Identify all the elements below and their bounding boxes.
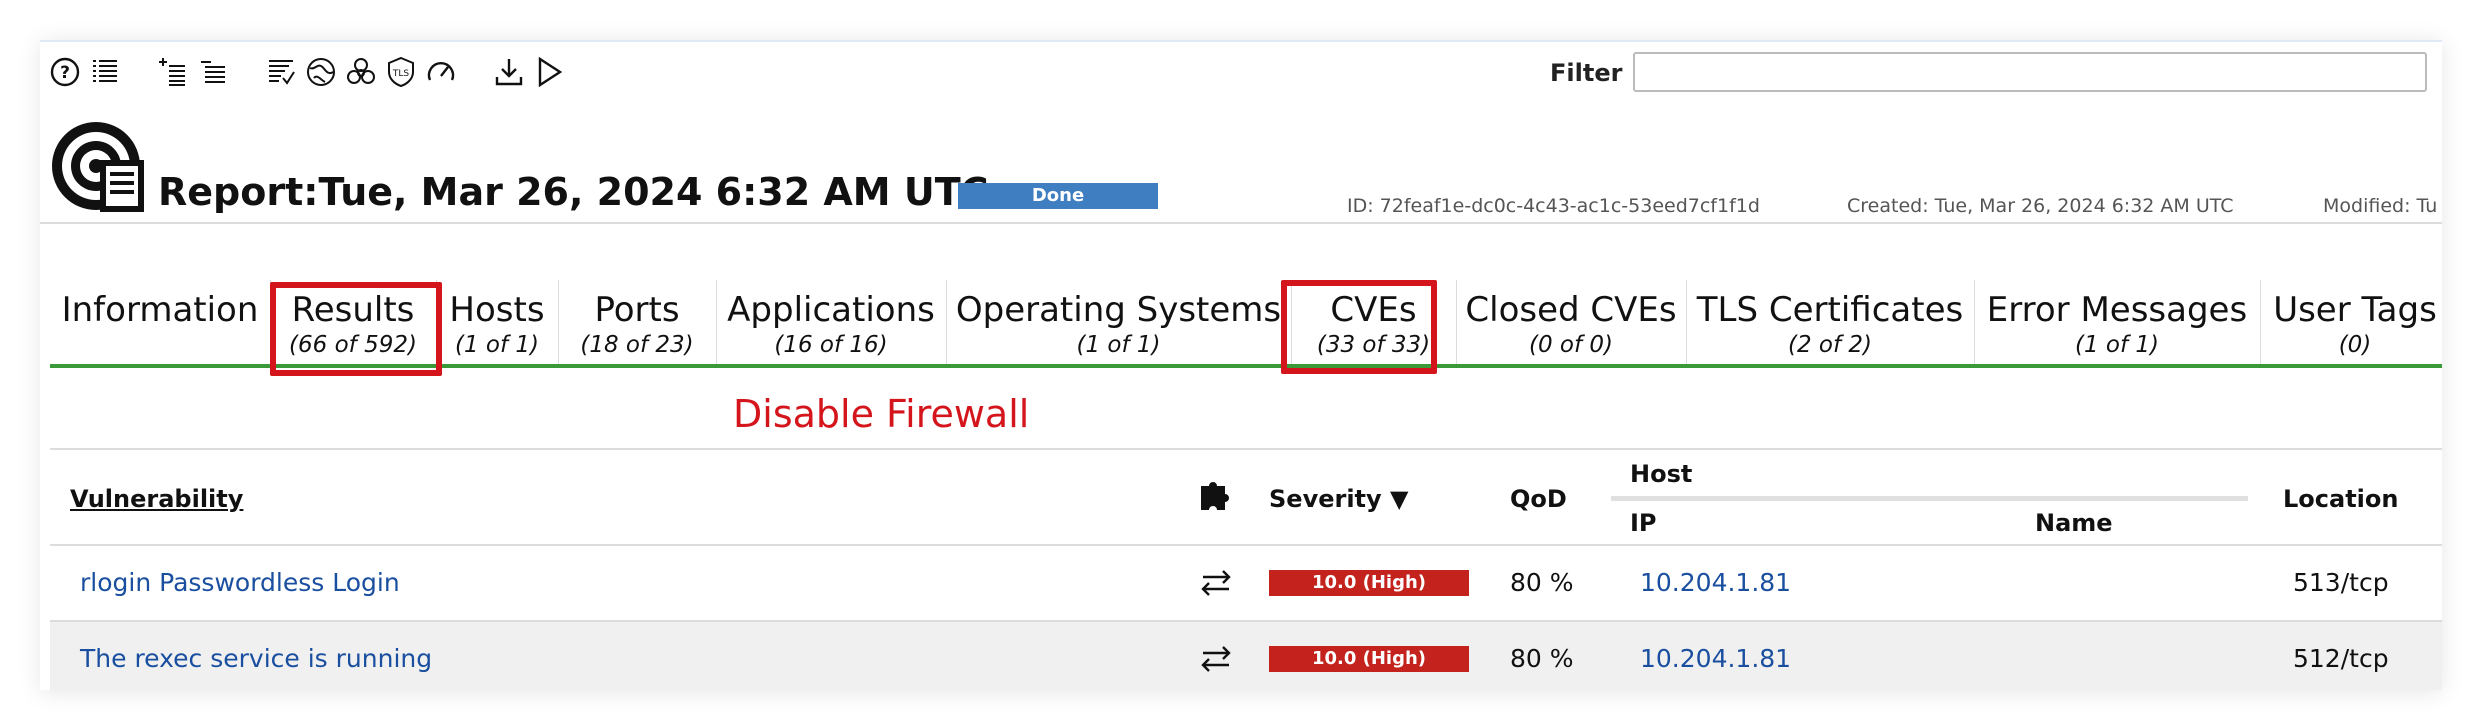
report-id: ID: 72feaf1e-dc0c-4c43-ac1c-53eed7cf1f1d (1347, 195, 1760, 217)
tab-label: Information (61, 290, 259, 330)
tab-closed-cves[interactable]: Closed CVEs (0 of 0) (1456, 280, 1687, 364)
svg-text:TLS: TLS (392, 69, 410, 79)
severity-badge: 10.0 (High) (1269, 646, 1469, 672)
tab-label: CVEs (1330, 290, 1417, 330)
tab-label: Results (291, 290, 415, 330)
annotation-text: Disable Firewall (733, 392, 1030, 436)
play-icon[interactable] (532, 54, 566, 90)
tab-label: Applications (727, 290, 935, 330)
host-column-header: Host (1630, 460, 1693, 488)
speedometer-icon[interactable] (424, 54, 458, 90)
header-divider (40, 222, 2442, 224)
report-page: ? TLS Filter Report:Tue, Mar 26, 2024 6:… (40, 40, 2442, 690)
tab-operating-systems[interactable]: Operating Systems (1 of 1) (946, 280, 1292, 364)
add-list-icon[interactable] (156, 54, 190, 90)
delta-swap-icon (1201, 570, 1231, 596)
host-ip-link[interactable]: 10.204.1.81 (1640, 568, 1791, 597)
report-logo-icon (52, 122, 144, 212)
tls-shield-icon[interactable]: TLS (384, 54, 418, 90)
tab-count: (0) (2338, 332, 2372, 358)
tab-count: (0 of 0) (1528, 332, 1613, 358)
status-badge: Done (958, 183, 1158, 209)
tab-count: (1 of 1) (454, 332, 539, 358)
tab-applications[interactable]: Applications (16 of 16) (716, 280, 947, 364)
tab-label: Ports (594, 290, 680, 330)
qod-value: 80 % (1510, 568, 1574, 597)
list-icon[interactable] (88, 54, 122, 90)
tab-user-tags[interactable]: User Tags (0) (2260, 280, 2442, 364)
table-row: The rexec service is running 10.0 (High)… (50, 620, 2442, 690)
vulnerability-column-header[interactable]: Vulnerability (70, 485, 243, 513)
report-created: Created: Tue, Mar 26, 2024 6:32 AM UTC (1847, 195, 2234, 217)
tab-tls-certificates[interactable]: TLS Certificates (2 of 2) (1686, 280, 1975, 364)
qod-column-header[interactable]: QoD (1510, 485, 1567, 513)
location-column-header[interactable]: Location (2283, 485, 2398, 513)
tab-bar: Information Results (66 of 592) Hosts (1… (50, 280, 2442, 368)
download-icon[interactable] (492, 54, 526, 90)
tab-count: (1 of 1) (1076, 332, 1161, 358)
puzzle-icon (1201, 482, 1229, 510)
table-top-border (50, 448, 2442, 450)
svg-text:?: ? (60, 63, 70, 83)
tab-label: Operating Systems (955, 290, 1282, 330)
tab-count: (18 of 23) (580, 332, 694, 358)
list-icon-2[interactable] (196, 54, 230, 90)
host-header-divider (1611, 496, 2248, 501)
tab-hosts[interactable]: Hosts (1 of 1) (436, 280, 559, 364)
tab-ports[interactable]: Ports (18 of 23) (558, 280, 717, 364)
tab-count: (1 of 1) (2074, 332, 2159, 358)
location-value: 512/tcp (2293, 644, 2389, 673)
tab-count: (66 of 592) (289, 332, 417, 358)
filter-input[interactable] (1633, 52, 2427, 92)
details-list-icon[interactable] (264, 54, 298, 90)
vulnerability-link[interactable]: The rexec service is running (80, 644, 432, 673)
tab-label: TLS Certificates (1696, 290, 1964, 330)
vulnerability-link[interactable]: rlogin Passwordless Login (80, 568, 400, 597)
tab-count: (16 of 16) (774, 332, 888, 358)
filter-label: Filter (1550, 59, 1623, 87)
qod-value: 80 % (1510, 644, 1574, 673)
ip-column-header[interactable]: IP (1630, 509, 1657, 537)
tab-count: (33 of 33) (1316, 332, 1431, 358)
tab-label: Closed CVEs (1465, 290, 1677, 330)
tab-results[interactable]: Results (66 of 592) (270, 280, 437, 364)
tab-error-messages[interactable]: Error Messages (1 of 1) (1974, 280, 2261, 364)
toolbar: ? TLS (48, 52, 572, 92)
page-title: Report:Tue, Mar 26, 2024 6:32 AM UTC (158, 170, 989, 214)
tab-label: User Tags (2273, 290, 2437, 330)
biohazard-icon[interactable] (344, 54, 378, 90)
tab-information[interactable]: Information (50, 280, 271, 364)
report-modified: Modified: Tu (2323, 195, 2438, 217)
tab-label: Error Messages (1986, 290, 2248, 330)
tab-cves[interactable]: CVEs (33 of 33) (1291, 280, 1457, 364)
tab-label: Hosts (449, 290, 545, 330)
help-icon[interactable]: ? (48, 54, 82, 90)
severity-column-header[interactable]: Severity ▼ (1269, 485, 1408, 513)
location-value: 513/tcp (2293, 568, 2389, 597)
delta-swap-icon (1201, 646, 1231, 672)
globe-icon[interactable] (304, 54, 338, 90)
severity-badge: 10.0 (High) (1269, 570, 1469, 596)
host-ip-link[interactable]: 10.204.1.81 (1640, 644, 1791, 673)
table-row: rlogin Passwordless Login 10.0 (High) 80… (50, 544, 2442, 620)
name-column-header[interactable]: Name (2035, 509, 2113, 537)
tab-count: (2 of 2) (1787, 332, 1872, 358)
